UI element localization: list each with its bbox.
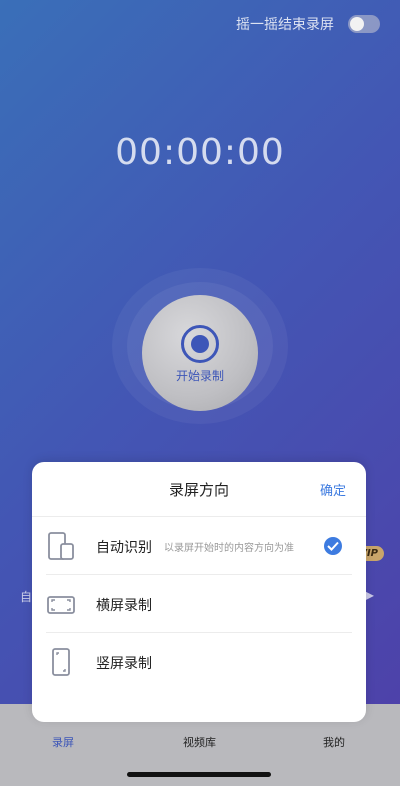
tab-profile[interactable]: 我的 xyxy=(323,734,345,750)
tab-video-library-label: 视频库 xyxy=(183,736,216,749)
option-portrait-label: 竖屏录制 xyxy=(96,656,152,672)
portrait-icon xyxy=(52,648,70,676)
option-auto[interactable]: 自动识别 以录屏开始时的内容方向为准 xyxy=(46,517,352,575)
auto-rotate-icon xyxy=(48,532,74,560)
sheet-header: 录屏方向 确定 xyxy=(32,462,366,517)
option-landscape[interactable]: 横屏录制 xyxy=(46,575,352,633)
top-bar: 摇一摇结束录屏 xyxy=(236,14,380,34)
sheet-title: 录屏方向 xyxy=(168,481,229,499)
recording-timer: 00:00:00 xyxy=(115,132,285,173)
start-record-button[interactable]: 开始录制 xyxy=(142,295,258,411)
orientation-sheet: 录屏方向 确定 自动识别 以录屏开始时的内容方向为准 横屏录制 竖屏录制 xyxy=(32,462,366,722)
obscured-left-text: 自 xyxy=(20,590,33,604)
tab-video-library[interactable]: 视频库 xyxy=(183,734,216,750)
option-auto-label: 自动识别 xyxy=(96,540,152,556)
landscape-icon xyxy=(47,596,75,614)
option-auto-desc: 以录屏开始时的内容方向为准 xyxy=(164,543,294,554)
tab-record[interactable]: 录屏 xyxy=(52,734,74,750)
tab-profile-label: 我的 xyxy=(323,736,345,749)
start-record-label: 开始录制 xyxy=(175,369,224,383)
home-indicator xyxy=(127,772,271,777)
toggle-knob xyxy=(350,17,364,31)
option-landscape-label: 横屏录制 xyxy=(96,598,152,614)
confirm-button[interactable]: 确定 xyxy=(320,480,346,499)
shake-to-stop-toggle[interactable] xyxy=(348,15,380,33)
chevron-right-icon: ▶ xyxy=(364,588,374,602)
record-dot xyxy=(191,335,209,353)
check-icon xyxy=(324,537,342,555)
record-icon xyxy=(181,325,219,363)
option-portrait[interactable]: 竖屏录制 xyxy=(46,633,352,690)
shake-to-stop-label: 摇一摇结束录屏 xyxy=(236,17,334,33)
tab-record-label: 录屏 xyxy=(52,736,74,749)
